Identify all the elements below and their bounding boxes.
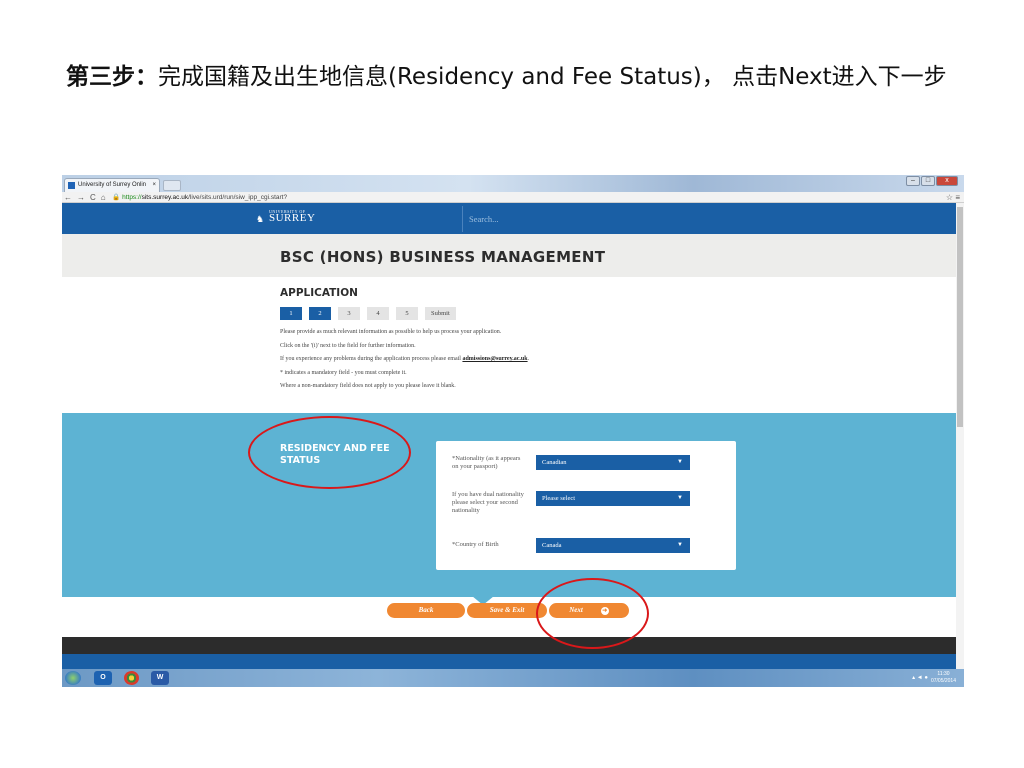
- url-host: sits.surrey.ac.uk: [141, 194, 189, 201]
- page-scrollbar[interactable]: [956, 203, 964, 669]
- country-of-birth-row: *Country of Birth Canada ▼: [452, 538, 722, 554]
- info-line: If you experience any problems during th…: [280, 356, 530, 362]
- browser-screenshot: University of Surrey Onlin × – □ x ← → C…: [62, 175, 964, 687]
- nationality-select[interactable]: Canadian ▼: [536, 455, 690, 470]
- footer-dark-bar: [62, 637, 956, 654]
- country-of-birth-label: *Country of Birth: [452, 541, 499, 548]
- tab-title: University of Surrey Onlin: [78, 182, 147, 188]
- slide-title-step: 第三步：: [66, 64, 158, 90]
- annotation-circle-section: [248, 416, 411, 489]
- chrome-icon[interactable]: [124, 671, 139, 685]
- browser-tab[interactable]: University of Surrey Onlin ×: [64, 178, 160, 192]
- second-nationality-label: If you have dual nationality please sele…: [452, 491, 524, 514]
- step-1-button[interactable]: 1: [280, 307, 302, 320]
- stag-logo-icon: ♞: [256, 214, 265, 224]
- second-nationality-row: If you have dual nationality please sele…: [452, 491, 722, 533]
- system-clock[interactable]: 11:30 07/05/2014: [931, 671, 956, 685]
- url-path: /live/sits.urd/run/siw_ipp_cgi.start?: [188, 194, 288, 201]
- close-window-button[interactable]: x: [936, 176, 958, 186]
- tab-close-icon[interactable]: ×: [152, 179, 156, 191]
- site-header: ♞ UNIVERSITY OF SURREY Search...: [62, 203, 964, 234]
- course-band: BSC (HONS) BUSINESS MANAGEMENT: [62, 234, 964, 277]
- info-line: Where a non-mandatory field does not app…: [280, 383, 456, 389]
- windows-taskbar: O W ▴ ◄ ● 11:30 07/05/2014: [62, 669, 964, 687]
- step-3-button[interactable]: 3: [338, 307, 360, 320]
- window-controls: – □ x: [906, 176, 958, 186]
- save-exit-button[interactable]: Save & Exit: [467, 603, 547, 618]
- reload-icon[interactable]: C: [90, 192, 96, 203]
- clock-date: 07/05/2014: [930, 678, 956, 684]
- second-nationality-select[interactable]: Please select ▼: [536, 491, 690, 506]
- submit-step-button[interactable]: Submit: [425, 307, 456, 320]
- info-line: Please provide as much relevant informat…: [280, 329, 502, 335]
- minimize-button[interactable]: –: [906, 176, 920, 186]
- url-scheme: https://: [122, 194, 142, 201]
- browser-toolbar: ← → C ⌂ 🔒 https://sits.surrey.ac.uk/live/…: [62, 192, 964, 203]
- bookmark-star-icon[interactable]: ☆: [946, 193, 953, 202]
- site-favicon-icon: [68, 182, 75, 189]
- course-title: BSC (HONS) BUSINESS MANAGEMENT: [280, 248, 606, 266]
- annotation-circle-next: [536, 578, 649, 649]
- scrollbar-thumb[interactable]: [957, 207, 963, 427]
- country-of-birth-select[interactable]: Canada ▼: [536, 538, 690, 553]
- footer-blue-bar: [62, 654, 956, 669]
- application-heading: APPLICATION: [280, 287, 358, 299]
- country-of-birth-value: Canada: [542, 542, 562, 549]
- info-line-text: If you experience any problems during th…: [280, 356, 461, 362]
- new-tab-button[interactable]: [163, 180, 181, 191]
- dropdown-caret-icon: ▼: [677, 542, 683, 548]
- dropdown-caret-icon: ▼: [677, 495, 683, 501]
- surrey-logo[interactable]: ♞ UNIVERSITY OF SURREY: [256, 209, 315, 224]
- info-line: Click on the '(i)' next to the field for…: [280, 342, 416, 349]
- tray-icons[interactable]: ▴ ◄ ●: [912, 674, 928, 681]
- nationality-row: *Nationality (as it appears on your pass…: [452, 455, 722, 489]
- step-4-button[interactable]: 4: [367, 307, 389, 320]
- step-5-button[interactable]: 5: [396, 307, 418, 320]
- application-intro: APPLICATION 1 2 3 4 5 Submit Please prov…: [280, 287, 840, 394]
- nav-buttons: ← → C ⌂: [64, 192, 106, 203]
- form-actions: Back Save & Exit Next ➜: [62, 596, 964, 637]
- maximize-button[interactable]: □: [921, 176, 935, 186]
- second-nationality-value: Please select: [542, 495, 576, 502]
- form-card: *Nationality (as it appears on your pass…: [436, 441, 736, 570]
- nationality-label: *Nationality (as it appears on your pass…: [452, 455, 521, 470]
- toolbar-right: ☆ ≡: [946, 192, 960, 203]
- back-button[interactable]: Back: [387, 603, 465, 618]
- admissions-email-link[interactable]: admissions@surrey.ac.uk: [462, 356, 527, 362]
- word-icon[interactable]: W: [151, 671, 169, 685]
- lock-icon: 🔒: [112, 194, 121, 201]
- residency-section: RESIDENCY AND FEE STATUS *Nationality (a…: [62, 413, 964, 597]
- home-icon[interactable]: ⌂: [101, 192, 106, 203]
- forward-arrow-icon[interactable]: →: [77, 192, 85, 203]
- back-arrow-icon[interactable]: ←: [64, 192, 72, 203]
- browser-tabstrip: University of Surrey Onlin × – □ x: [62, 175, 964, 192]
- start-button-icon[interactable]: [65, 671, 81, 685]
- clock-time: 11:30: [937, 671, 950, 677]
- step-navigation: 1 2 3 4 5 Submit: [280, 307, 840, 320]
- search-input[interactable]: Search...: [462, 206, 958, 232]
- address-bar[interactable]: 🔒 https://sits.surrey.ac.uk/live/sits.urd…: [112, 192, 287, 203]
- nationality-value: Canadian: [542, 459, 567, 466]
- info-line: * indicates a mandatory field - you must…: [280, 369, 407, 376]
- search-placeholder: Search...: [469, 214, 499, 224]
- slide-title: 第三步：完成国籍及出生地信息(Residency and Fee Status)…: [66, 62, 966, 93]
- step-2-button[interactable]: 2: [309, 307, 331, 320]
- logo-subtitle: UNIVERSITY OF: [269, 209, 306, 214]
- menu-icon[interactable]: ≡: [955, 193, 960, 202]
- outlook-icon[interactable]: O: [94, 671, 112, 685]
- dropdown-caret-icon: ▼: [677, 459, 683, 465]
- slide-title-text: 完成国籍及出生地信息(Residency and Fee Status)， 点击…: [158, 64, 947, 90]
